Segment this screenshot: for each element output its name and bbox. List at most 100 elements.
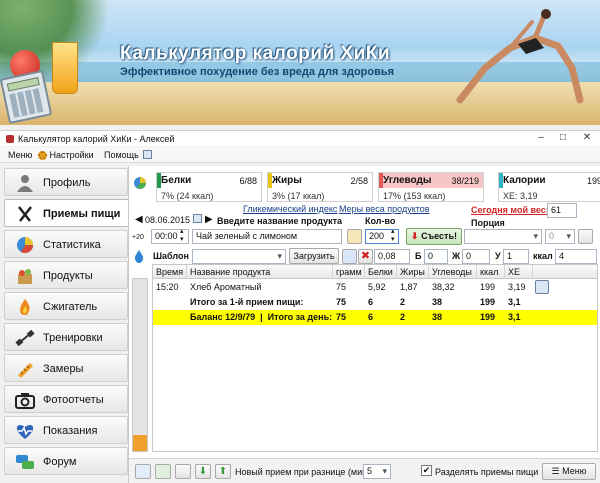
protein-short-label: Б [415,251,422,261]
subtotal-carbs: 38 [432,297,443,307]
move-up-icon[interactable]: ⬆ [215,464,231,479]
prev-day-button[interactable]: ◀ [135,214,143,225]
close-button[interactable]: ✕ [576,132,598,145]
menu-item-menu[interactable]: Меню [8,150,32,160]
print-icon[interactable] [175,464,191,479]
subtotal-fat: 2 [400,297,406,307]
sidebar-item-label: Тренировки [43,332,103,344]
move-down-icon[interactable]: ⬇ [195,464,211,479]
separate-meals-checkbox[interactable]: ✔ [421,465,432,476]
column-protein[interactable]: Белки [365,265,397,279]
template-label: Шаблон [153,251,189,261]
cell-carbs: 38,32 [432,282,455,292]
subtotal-grams: 75 [336,297,347,307]
portion-count-select[interactable]: 0 [545,229,575,244]
sidebar-item-statistics[interactable]: Статистика [4,230,128,258]
sidebar-item-label: Профиль [43,177,91,189]
column-grams[interactable]: грамм [333,265,365,279]
gear-icon [38,151,47,160]
sidebar-item-forum[interactable]: Форум [4,447,128,475]
today-weight-link[interactable]: Сегодня мой вес: [471,205,549,215]
separate-meals-label: Разделять приемы пищи [435,467,539,477]
calculator-image [0,69,53,125]
sidebar-item-label: Статистика [43,239,101,251]
trash-icon[interactable] [535,280,549,294]
today-weight-field[interactable]: 61 [547,203,577,218]
sidebar-item-meals[interactable]: Приемы пищи [4,199,130,227]
measuring-tape-icon [18,363,33,378]
fat-field[interactable]: 0 [462,249,490,264]
qty-stepper[interactable]: ▴ ▾ [391,228,395,244]
balance-protein: 6 [368,312,374,322]
macro-card-protein: Белки 6/88 7% (24 ккал) [156,172,262,202]
portion-select[interactable] [464,229,542,244]
sidebar-item-profile[interactable]: Профиль [4,168,128,196]
template-select[interactable] [192,249,286,264]
sidebar-item-burner[interactable]: Сжигатель [4,292,128,320]
table-row[interactable]: 15:20 Хлеб Ароматный 75 5,92 1,87 38,32 … [153,280,597,295]
calendar-icon[interactable] [193,214,202,223]
delete-icon[interactable]: ✖ [358,249,373,264]
sidebar-item-measurements[interactable]: Замеры [4,354,128,382]
next-day-button[interactable]: ▶ [205,214,213,225]
column-xe[interactable]: ХЕ [505,265,533,279]
eat-button[interactable]: ⬇ Съесть! [406,228,462,245]
share-icon[interactable] [155,464,171,479]
add-portion-button[interactable] [578,229,593,244]
sidebar-item-products[interactable]: Продукты [4,261,128,289]
column-kcal[interactable]: ккал [477,265,505,279]
yoga-woman-image [456,9,584,104]
menu-item-settings[interactable]: Настройки [38,150,94,160]
dumbbell-icon [15,329,35,347]
portion-label: Порция [471,218,505,228]
flame-icon [20,299,30,316]
protein-field[interactable]: 0 [424,249,448,264]
chat-icon[interactable] [135,464,151,479]
cell-grams: 75 [336,282,347,292]
sidebar-item-workouts[interactable]: Тренировки [4,323,128,351]
xe-field[interactable]: 0,08 [374,249,410,264]
banner-subtitle: Эффективное похудение без вреда для здор… [120,66,395,78]
column-time[interactable]: Время [153,265,187,279]
weight-measures-link[interactable]: Меры веса продуктов [339,204,430,214]
new-meal-threshold-select[interactable]: 5 [363,464,391,479]
kcal-short-label: ккал [533,251,553,261]
macro-percent: 17% (153 ккал) [383,191,446,201]
pie-chart-icon[interactable] [133,176,147,190]
glycemic-index-link[interactable]: Гликемический индекс [243,204,337,214]
time-stepper[interactable]: ▴ ▾ [180,228,184,244]
macro-percent: 7% (24 ккал) [161,191,214,201]
maximize-button[interactable]: □ [552,132,574,145]
column-carbs[interactable]: Углеводы [429,265,477,279]
grocery-bag-icon [18,269,32,284]
broom-icon[interactable] [347,229,362,244]
water-drop-icon[interactable] [134,250,144,263]
carbs-short-label: У [495,251,501,261]
sidebar-item-photo-reports[interactable]: Фотоотчеты [4,385,128,413]
minimize-button[interactable]: – [530,132,552,145]
save-icon[interactable] [342,249,357,264]
menu-item-help[interactable]: Помощь [104,150,139,160]
column-fat[interactable]: Жиры [397,265,429,279]
subtotal-kcal: 199 [480,297,496,307]
chat-bubbles-icon [16,455,34,469]
product-search-input[interactable]: Чай зеленый с лимоном [192,229,342,244]
balance-grams: 75 [336,312,347,322]
column-product[interactable]: Название продукта [187,265,333,279]
menu-button[interactable]: ☰ Меню [542,463,596,480]
kcal-field[interactable]: 4 [555,249,597,264]
balance-xe: 3,1 [508,312,521,322]
load-template-button[interactable]: Загрузить [289,248,339,264]
menu-button-label: Меню [562,466,587,476]
person-icon [17,175,33,192]
date-value[interactable]: 08.06.2015 [145,215,190,225]
menu-bar: Меню Настройки Помощь [0,147,600,163]
calendar-icon[interactable] [143,150,152,159]
sidebar-item-readings[interactable]: Показания [4,416,128,444]
sidebar-item-label: Сжигатель [43,301,98,313]
macro-percent: ХЕ: 3,19 [503,191,538,201]
sidebar-item-label: Фотоотчеты [43,394,104,406]
banner-title: Калькулятор калорий ХиКи [120,43,391,64]
menu-item-settings-label: Настройки [49,150,94,160]
carbs-field[interactable]: 1 [503,249,529,264]
